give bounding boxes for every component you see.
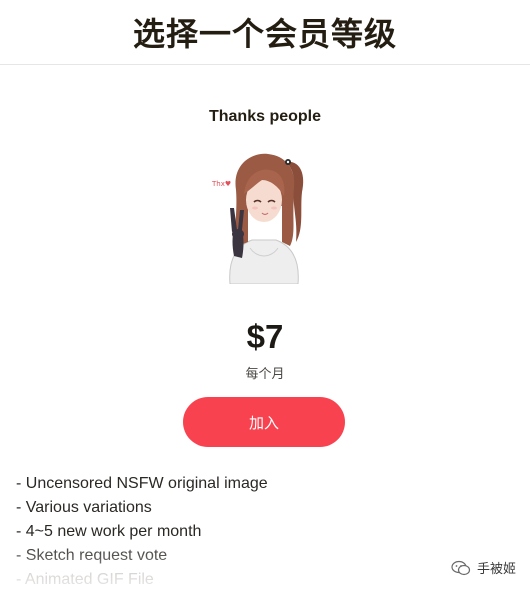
tier-name: Thanks people [208,108,322,125]
header: 选择一个会员等级 [0,0,530,65]
tier-image: Thx♥ [212,153,304,284]
join-button[interactable]: 加入 [183,397,345,447]
tier-card: Thanks people [0,108,530,126]
tier-price: $7 [246,318,284,355]
tier-period: 每个月 [245,367,285,382]
benefit-item: - Sketch request vote [16,547,168,564]
benefit-item: - 4~5 new work per month [16,523,202,540]
benefit-item: - Uncensored NSFW original image [16,475,268,492]
page-title: 选择一个会员等级 [132,15,397,53]
watermark: 手被姬 [451,558,516,577]
wechat-icon [451,560,471,575]
benefit-item: - Animated GIF File [16,571,154,588]
benefits-list: - Uncensored NSFW original image - Vario… [16,474,268,594]
watermark-text: 手被姬 [476,562,516,577]
benefit-item: - Various variations [16,499,152,516]
image-caption: Thx♥ [212,180,231,188]
